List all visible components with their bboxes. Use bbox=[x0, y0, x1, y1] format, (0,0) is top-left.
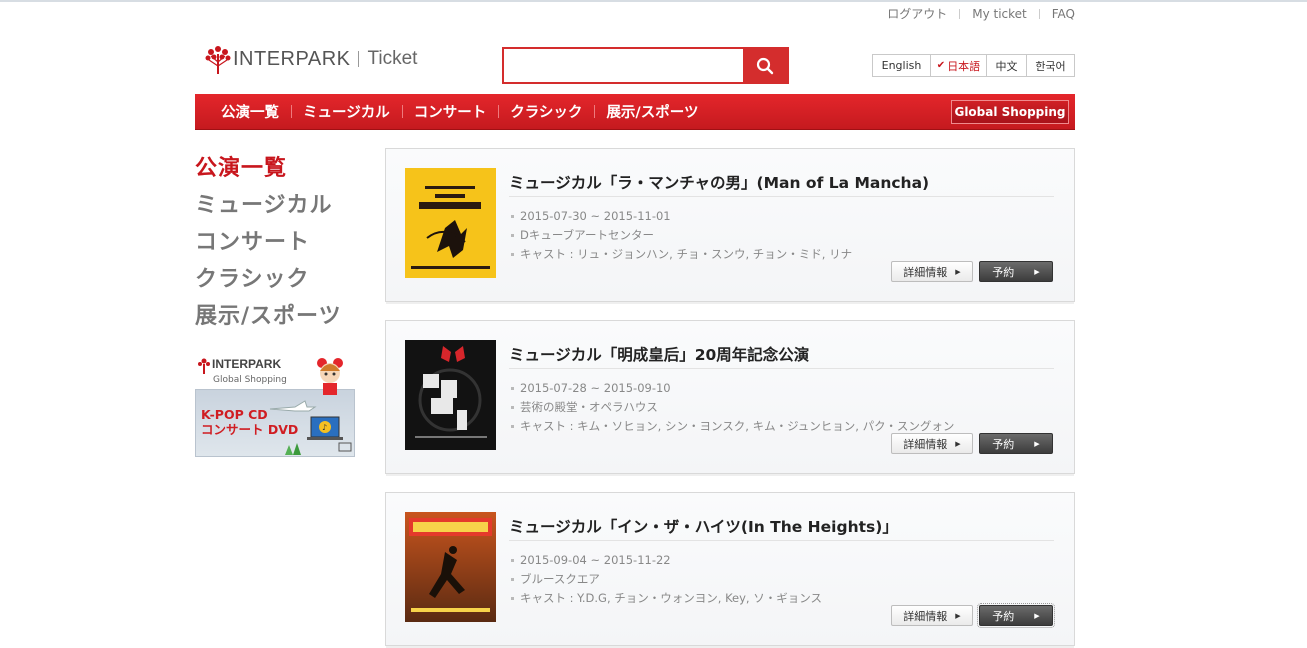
lang-chinese[interactable]: 中文 bbox=[986, 55, 1026, 76]
show-date: 2015-07-28 ~ 2015-09-10 bbox=[509, 379, 954, 398]
show-card: ミュージカル「ラ・マンチャの男」(Man of La Mancha) 2015-… bbox=[385, 148, 1075, 304]
global-shopping-banner[interactable]: INTERPARK Global Shopping ♪ K-POP CD コンサ… bbox=[195, 355, 355, 457]
side-item-exhibition-sports[interactable]: 展示/スポーツ bbox=[195, 298, 342, 335]
detail-button[interactable]: 詳細情報 ▶ bbox=[891, 261, 973, 282]
utility-links: ログアウト My ticket FAQ bbox=[875, 5, 1075, 22]
lang-japanese[interactable]: ✔ 日本語 bbox=[930, 55, 986, 76]
show-meta: 2015-09-04 ~ 2015-11-22 ブルースクエア キャスト : Y… bbox=[509, 551, 822, 608]
faq-link[interactable]: FAQ bbox=[1040, 7, 1075, 21]
reserve-button[interactable]: 予約 ▶ bbox=[979, 261, 1053, 282]
banner-line-1: K-POP CD bbox=[201, 407, 268, 422]
tree-logo-icon bbox=[198, 358, 210, 374]
show-poster[interactable] bbox=[405, 512, 496, 622]
arrow-right-icon: ▶ bbox=[1034, 439, 1040, 448]
detail-label: 詳細情報 bbox=[903, 437, 948, 451]
nav-item-classic[interactable]: クラシック bbox=[498, 94, 594, 129]
detail-button[interactable]: 詳細情報 ▶ bbox=[891, 433, 973, 454]
show-cast: キャスト : Y.D.G, チョン・ウォンヨン, Key, ソ・ギョンス bbox=[509, 589, 822, 608]
arrow-right-icon: ▶ bbox=[955, 611, 961, 620]
logo-brand-text: INTERPARK bbox=[233, 47, 351, 70]
side-item-musical[interactable]: ミュージカル bbox=[195, 187, 342, 224]
detail-label: 詳細情報 bbox=[903, 609, 948, 623]
reserve-button[interactable]: 予約 ▶ bbox=[977, 603, 1055, 628]
arrow-right-icon: ▶ bbox=[955, 439, 961, 448]
divider bbox=[509, 540, 1054, 541]
side-item-all[interactable]: 公演一覧 bbox=[195, 150, 342, 187]
show-title[interactable]: ミュージカル「イン・ザ・ハイツ(In The Heights)」 bbox=[509, 515, 898, 537]
show-venue: Dキューブアートセンター bbox=[509, 226, 852, 245]
banner-subtitle: Global Shopping bbox=[213, 375, 287, 385]
show-title[interactable]: ミュージカル「明成皇后」20周年記念公演 bbox=[509, 343, 809, 365]
interpark-logo[interactable]: INTERPARK Ticket bbox=[205, 44, 417, 74]
search-button[interactable] bbox=[743, 49, 787, 82]
search-box bbox=[502, 47, 789, 84]
reserve-label: 予約 bbox=[992, 609, 1015, 623]
poster-image bbox=[405, 340, 496, 450]
search-input[interactable] bbox=[504, 49, 743, 82]
lang-english[interactable]: English bbox=[873, 55, 930, 76]
language-selector: English ✔ 日本語 中文 한국어 bbox=[872, 54, 1075, 77]
tree-logo-icon bbox=[205, 46, 231, 74]
show-venue: ブルースクエア bbox=[509, 570, 822, 589]
main-nav: 公演一覧 ミュージカル コンサート クラシック 展示/スポーツ Global S… bbox=[195, 94, 1075, 130]
nav-item-exhibition-sports[interactable]: 展示/スポーツ bbox=[594, 94, 710, 129]
logout-link[interactable]: ログアウト bbox=[875, 5, 959, 22]
detail-button[interactable]: 詳細情報 ▶ bbox=[891, 605, 973, 626]
logo-divider bbox=[358, 51, 360, 67]
show-card: ミュージカル「イン・ザ・ハイツ(In The Heights)」 2015-09… bbox=[385, 492, 1075, 648]
show-cast: キャスト : キム・ソヒョン, シン・ヨンスク, キム・ジュンヒョン, パク・ス… bbox=[509, 417, 954, 436]
banner-title: INTERPARK bbox=[212, 357, 282, 371]
reserve-label: 予約 bbox=[992, 265, 1015, 279]
lang-label: English bbox=[881, 59, 922, 72]
show-poster[interactable] bbox=[405, 340, 496, 450]
poster-image bbox=[405, 168, 496, 278]
side-menu: 公演一覧 ミュージカル コンサート クラシック 展示/スポーツ bbox=[195, 150, 342, 335]
show-card: ミュージカル「明成皇后」20周年記念公演 2015-07-28 ~ 2015-0… bbox=[385, 320, 1075, 476]
doll-icon bbox=[317, 358, 343, 395]
check-icon: ✔ bbox=[936, 60, 946, 71]
my-ticket-link[interactable]: My ticket bbox=[960, 7, 1039, 21]
side-item-classic[interactable]: クラシック bbox=[195, 261, 342, 298]
lang-label: 日本語 bbox=[947, 59, 981, 73]
lang-label: 中文 bbox=[995, 59, 1018, 73]
svg-text:♪: ♪ bbox=[322, 423, 327, 432]
nav-item-musical[interactable]: ミュージカル bbox=[291, 94, 402, 129]
logo-product-text: Ticket bbox=[367, 48, 418, 69]
global-shopping-button[interactable]: Global Shopping bbox=[951, 100, 1069, 124]
divider bbox=[509, 368, 1054, 369]
show-poster[interactable] bbox=[405, 168, 496, 278]
banner-text: K-POP CD コンサート DVD bbox=[201, 407, 298, 437]
arrow-right-icon: ▶ bbox=[1034, 611, 1040, 620]
show-meta: 2015-07-30 ~ 2015-11-01 Dキューブアートセンター キャス… bbox=[509, 207, 852, 264]
show-cast: キャスト : リュ・ジョンハン, チョ・スンウ, チョン・ミド, リナ bbox=[509, 245, 852, 264]
arrow-right-icon: ▶ bbox=[955, 267, 961, 276]
arrow-right-icon: ▶ bbox=[1034, 267, 1040, 276]
poster-image bbox=[405, 512, 496, 622]
top-border bbox=[0, 0, 1307, 2]
reserve-label: 予約 bbox=[992, 437, 1015, 451]
show-date: 2015-09-04 ~ 2015-11-22 bbox=[509, 551, 822, 570]
show-date: 2015-07-30 ~ 2015-11-01 bbox=[509, 207, 852, 226]
search-icon bbox=[756, 57, 774, 74]
divider bbox=[509, 196, 1054, 197]
show-meta: 2015-07-28 ~ 2015-09-10 芸術の殿堂・オペラハウス キャス… bbox=[509, 379, 954, 436]
detail-label: 詳細情報 bbox=[903, 265, 948, 279]
banner-line-2: コンサート DVD bbox=[201, 422, 299, 437]
lang-label: 한국어 bbox=[1035, 59, 1066, 73]
nav-item-all[interactable]: 公演一覧 bbox=[209, 94, 291, 129]
show-venue: 芸術の殿堂・オペラハウス bbox=[509, 398, 954, 417]
side-item-concert[interactable]: コンサート bbox=[195, 224, 342, 261]
nav-item-concert[interactable]: コンサート bbox=[401, 94, 499, 129]
reserve-button[interactable]: 予約 ▶ bbox=[979, 433, 1053, 454]
show-title[interactable]: ミュージカル「ラ・マンチャの男」(Man of La Mancha) bbox=[509, 171, 929, 193]
lang-korean[interactable]: 한국어 bbox=[1026, 55, 1074, 76]
